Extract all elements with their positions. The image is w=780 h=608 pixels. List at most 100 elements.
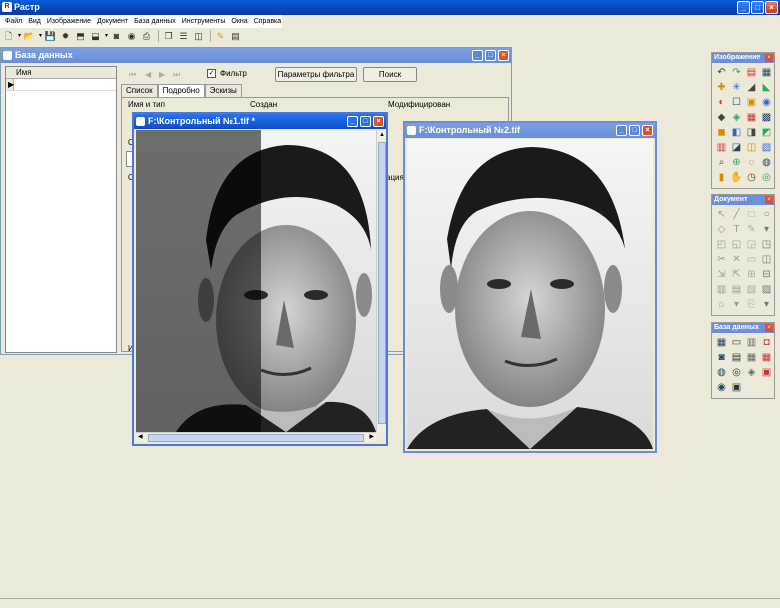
- maximize-button[interactable]: □: [485, 50, 496, 61]
- maximize-button[interactable]: □: [360, 116, 371, 127]
- tool-icon[interactable]: ◪: [730, 141, 743, 154]
- menu-database[interactable]: База данных: [131, 18, 179, 25]
- help-icon[interactable]: ✎: [214, 30, 227, 43]
- menu-windows[interactable]: Окна: [228, 18, 250, 25]
- close-button[interactable]: ×: [373, 116, 384, 127]
- scan-icon[interactable]: ✹: [59, 30, 72, 43]
- tool-icon[interactable]: ◳: [760, 238, 773, 251]
- tool-icon[interactable]: ↖: [715, 208, 728, 221]
- tool-icon[interactable]: ▾: [760, 298, 773, 311]
- tool-icon[interactable]: ▦: [745, 351, 758, 364]
- scroll-thumb[interactable]: [148, 434, 364, 442]
- tile-horizontal-icon[interactable]: ☰: [177, 30, 190, 43]
- close-icon[interactable]: ×: [765, 196, 773, 204]
- menu-help[interactable]: Справка: [251, 18, 284, 25]
- portrait-image[interactable]: [407, 139, 653, 449]
- tool-icon[interactable]: ◘: [760, 336, 773, 349]
- tool-icon[interactable]: ▤: [730, 351, 743, 364]
- dropdown-arrow-icon[interactable]: ▾: [17, 30, 22, 43]
- tile-vertical-icon[interactable]: ◫: [192, 30, 205, 43]
- tool-icon[interactable]: ◨: [745, 126, 758, 139]
- tool-icon[interactable]: ▤: [730, 283, 743, 296]
- tool-icon[interactable]: [760, 381, 773, 394]
- last-record-icon[interactable]: ⏭: [173, 70, 180, 80]
- tool-icon[interactable]: ◲: [745, 238, 758, 251]
- tool-icon[interactable]: ▥: [715, 283, 728, 296]
- tool-icon[interactable]: ▭: [745, 253, 758, 266]
- tool-icon[interactable]: ◣: [760, 81, 773, 94]
- tool-icon[interactable]: ▣: [760, 366, 773, 379]
- tool-icon[interactable]: ◱: [730, 238, 743, 251]
- close-button[interactable]: ×: [498, 50, 509, 61]
- tool-icon[interactable]: ⌕: [715, 156, 728, 169]
- tool-icon[interactable]: ◎: [760, 171, 773, 184]
- tool-icon[interactable]: ✳: [730, 81, 743, 94]
- tool-icon[interactable]: ▤: [745, 66, 758, 79]
- tab-thumbnails[interactable]: Эскизы: [204, 84, 242, 97]
- tool-icon[interactable]: ◼: [715, 126, 728, 139]
- tool-icon[interactable]: ✂: [715, 253, 728, 266]
- minimize-button[interactable]: _: [472, 50, 483, 61]
- tab-list[interactable]: Список: [121, 84, 158, 97]
- minimize-button[interactable]: _: [347, 116, 358, 127]
- tool-icon[interactable]: ✚: [715, 81, 728, 94]
- search-button[interactable]: Поиск: [363, 67, 417, 82]
- dropdown-arrow-icon[interactable]: ▾: [104, 30, 109, 43]
- tool-icon[interactable]: □: [745, 208, 758, 221]
- filter-checkbox[interactable]: ✓: [207, 69, 216, 78]
- tool-icon[interactable]: ◫: [745, 141, 758, 154]
- tool-icon[interactable]: ▧: [745, 283, 758, 296]
- maximize-button[interactable]: □: [751, 1, 764, 14]
- tool-icon[interactable]: ◩: [760, 126, 773, 139]
- record-list[interactable]: Имя ▶: [5, 66, 117, 353]
- tool-icon[interactable]: ▨: [760, 283, 773, 296]
- tool-icon[interactable]: ⊟: [760, 268, 773, 281]
- close-button[interactable]: ×: [765, 1, 778, 14]
- tool-icon[interactable]: ▣: [730, 381, 743, 394]
- tool-icon[interactable]: ◢: [745, 81, 758, 94]
- close-icon[interactable]: ×: [765, 54, 773, 62]
- disk-icon[interactable]: ◉: [125, 30, 138, 43]
- list-item[interactable]: ▶: [6, 79, 116, 91]
- vertical-scrollbar[interactable]: ▲: [376, 130, 386, 432]
- tool-icon[interactable]: ▣: [745, 96, 758, 109]
- tool-icon[interactable]: ⊞: [745, 268, 758, 281]
- save-icon[interactable]: 💾: [44, 30, 57, 43]
- cascade-windows-icon[interactable]: ❐: [162, 30, 175, 43]
- first-record-icon[interactable]: ⏮: [129, 70, 136, 80]
- book-icon[interactable]: ▤: [229, 30, 242, 43]
- tool-icon[interactable]: ▥: [715, 141, 728, 154]
- tool-icon[interactable]: ◉: [715, 381, 728, 394]
- tool-icon[interactable]: ▾: [760, 223, 773, 236]
- portrait-image[interactable]: [136, 130, 376, 432]
- tool-icon[interactable]: ▦: [760, 351, 773, 364]
- open-file-icon[interactable]: 📂: [23, 30, 36, 43]
- tool-icon[interactable]: ▦: [715, 336, 728, 349]
- dropdown-arrow-icon[interactable]: ▾: [38, 30, 43, 43]
- minimize-button[interactable]: _: [616, 125, 627, 136]
- image-window-1-titlebar[interactable]: F:\Контрольный №1.tif * _ □ ×: [134, 114, 386, 129]
- maximize-button[interactable]: □: [629, 125, 640, 136]
- horizontal-scrollbar[interactable]: ◀ ▶: [136, 432, 376, 442]
- tool-icon[interactable]: ▮: [715, 171, 728, 184]
- camera-icon[interactable]: ◙: [110, 30, 123, 43]
- tool-icon[interactable]: ▩: [760, 111, 773, 124]
- tool-icon[interactable]: ⇲: [715, 268, 728, 281]
- tool-icon[interactable]: ◙: [715, 351, 728, 364]
- list-header[interactable]: Имя: [6, 67, 116, 79]
- tool-icon[interactable]: ◍: [760, 156, 773, 169]
- menu-tools[interactable]: Инструменты: [179, 18, 229, 25]
- tool-icon[interactable]: ✋: [730, 171, 743, 184]
- tool-icon[interactable]: ▾: [730, 298, 743, 311]
- tool-icon[interactable]: ◇: [715, 223, 728, 236]
- menu-document[interactable]: Документ: [94, 18, 131, 25]
- tool-icon[interactable]: ▥: [745, 336, 758, 349]
- scroll-thumb[interactable]: [378, 142, 386, 424]
- tool-icon[interactable]: ◈: [730, 111, 743, 124]
- minimize-button[interactable]: _: [737, 1, 750, 14]
- tool-icon[interactable]: ▭: [730, 336, 743, 349]
- next-record-icon[interactable]: ▶: [159, 70, 165, 79]
- tool-icon[interactable]: ◍: [715, 366, 728, 379]
- tool-icon[interactable]: ⎘: [745, 298, 758, 311]
- tool-icon[interactable]: ⇱: [730, 268, 743, 281]
